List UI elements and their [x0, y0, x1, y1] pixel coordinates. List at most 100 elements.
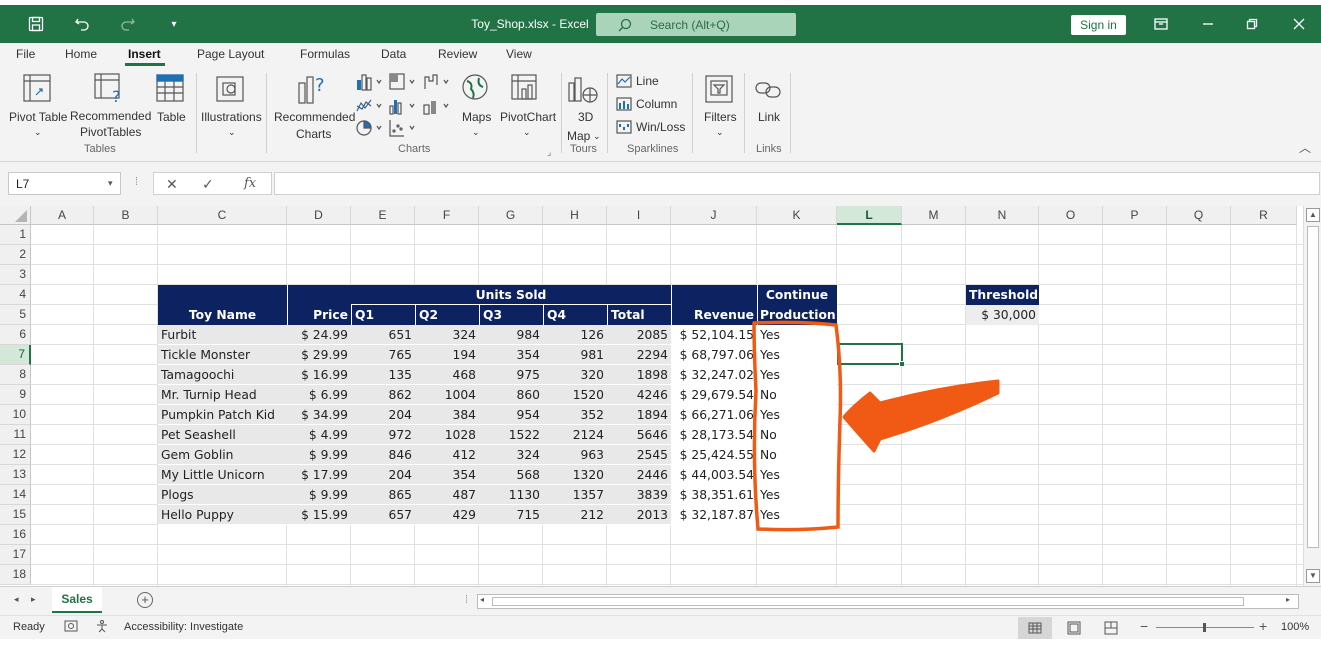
column-header-j[interactable]: J [671, 206, 757, 225]
tab-view[interactable]: View [506, 47, 532, 61]
tab-home[interactable]: Home [65, 47, 97, 61]
ribbon-display-icon[interactable] [1150, 5, 1172, 43]
undo-icon[interactable] [70, 5, 94, 43]
recommended-charts-icon[interactable]: ? [297, 73, 329, 108]
row-header-7[interactable]: 7 [0, 345, 31, 365]
maps-icon[interactable] [461, 73, 489, 104]
recommended-charts-label-1[interactable]: Recommended [274, 109, 355, 125]
pivotchart-label[interactable]: PivotChart [500, 109, 556, 125]
column-header-q[interactable]: Q [1167, 206, 1231, 225]
column-header-l[interactable]: L [837, 206, 902, 225]
row-header-5[interactable]: 5 [0, 305, 31, 325]
3d-map-label-1[interactable]: 3D [578, 109, 593, 125]
enter-check-icon[interactable]: ✓ [202, 176, 214, 193]
scroll-down-icon[interactable]: ▼ [1306, 569, 1320, 583]
tab-split-handle-icon[interactable]: ⁞ [465, 594, 468, 606]
tab-data[interactable]: Data [381, 47, 406, 61]
horizontal-scrollbar[interactable]: ◂ ▸ [477, 594, 1299, 609]
maps-label[interactable]: Maps [462, 109, 491, 125]
column-header-r[interactable]: R [1231, 206, 1297, 225]
sheet-tab-sales[interactable]: Sales [52, 587, 102, 613]
fx-icon[interactable]: fx [244, 176, 256, 191]
select-all-button[interactable] [0, 206, 31, 225]
chevron-down-icon[interactable]: ⌄ [228, 124, 236, 140]
column-header-i[interactable]: I [607, 206, 671, 225]
zoom-slider[interactable] [1156, 623, 1254, 632]
column-header-p[interactable]: P [1103, 206, 1167, 225]
column-header-k[interactable]: K [757, 206, 837, 225]
save-icon[interactable] [24, 5, 48, 43]
column-header-c[interactable]: C [158, 206, 287, 225]
column-header-b[interactable]: B [94, 206, 158, 225]
combo-chart-icon[interactable] [423, 97, 451, 118]
column-header-f[interactable]: F [415, 206, 479, 225]
row-header-4[interactable]: 4 [0, 285, 31, 305]
row-header-8[interactable]: 8 [0, 365, 31, 385]
customize-toolbar-icon[interactable]: ▾ [164, 5, 184, 43]
pie-chart-icon[interactable] [356, 119, 384, 140]
macro-record-icon[interactable] [64, 619, 78, 636]
column-header-a[interactable]: A [31, 206, 94, 225]
tab-file[interactable]: File [16, 47, 35, 61]
row-header-13[interactable]: 13 [0, 465, 31, 485]
link-icon[interactable] [754, 77, 784, 104]
pivot-table-label[interactable]: Pivot Table [9, 109, 67, 125]
column-header-o[interactable]: O [1039, 206, 1103, 225]
drag-handle-icon[interactable]: ⁞ [135, 176, 138, 188]
cancel-icon[interactable]: ✕ [166, 176, 178, 193]
redo-icon[interactable] [116, 5, 140, 43]
column-header-e[interactable]: E [351, 206, 415, 225]
illustrations-label[interactable]: Illustrations [201, 109, 262, 125]
table-icon[interactable] [155, 73, 185, 106]
sign-in-button[interactable]: Sign in [1071, 15, 1126, 35]
close-window-icon[interactable] [1288, 5, 1310, 43]
column-header-d[interactable]: D [287, 206, 351, 225]
zoom-in-icon[interactable]: + [1259, 618, 1267, 634]
dialog-launcher-icon[interactable]: ⌟ [547, 147, 551, 158]
normal-view-button[interactable] [1018, 617, 1052, 639]
row-header-16[interactable]: 16 [0, 525, 31, 545]
chevron-down-icon[interactable]: ⌄ [523, 124, 531, 140]
column-chart-icon[interactable] [356, 73, 384, 94]
sparkline-line-label[interactable]: Line [636, 73, 659, 89]
recommended-charts-label-2[interactable]: Charts [296, 126, 331, 142]
page-layout-view-icon[interactable] [1067, 621, 1081, 638]
zoom-level[interactable]: 100% [1281, 621, 1309, 633]
chevron-down-icon[interactable]: ⌄ [472, 124, 480, 140]
sparkline-column-label[interactable]: Column [636, 96, 677, 112]
waterfall-chart-icon[interactable] [423, 73, 451, 94]
scatter-chart-icon[interactable] [389, 119, 417, 140]
scroll-right-icon[interactable]: ▸ [1286, 595, 1290, 604]
recommended-pivottables-icon[interactable]: ? [93, 72, 125, 107]
chevron-down-icon[interactable]: ⌄ [34, 124, 42, 140]
row-header-10[interactable]: 10 [0, 405, 31, 425]
column-header-n[interactable]: N [966, 206, 1039, 225]
restore-icon[interactable] [1241, 5, 1263, 43]
zoom-slider-thumb[interactable] [1203, 623, 1206, 632]
statistic-chart-icon[interactable] [389, 97, 417, 118]
accessibility-icon[interactable] [95, 619, 109, 636]
illustrations-icon[interactable] [215, 75, 245, 106]
row-header-3[interactable]: 3 [0, 265, 31, 285]
chevron-down-icon[interactable]: ⌄ [716, 124, 724, 140]
minimize-icon[interactable] [1197, 5, 1219, 43]
collapse-ribbon-icon[interactable]: ︿ [1299, 139, 1311, 156]
row-header-12[interactable]: 12 [0, 445, 31, 465]
3d-map-label-2[interactable]: Map [567, 128, 590, 144]
chevron-down-icon[interactable]: ⌄ [593, 128, 601, 144]
hierarchy-chart-icon[interactable] [389, 73, 417, 94]
line-chart-icon[interactable] [356, 97, 384, 118]
scroll-left-icon[interactable]: ◂ [480, 595, 484, 604]
column-header-m[interactable]: M [902, 206, 966, 225]
sparkline-winloss-icon[interactable] [616, 120, 632, 137]
pivotchart-icon[interactable] [510, 73, 540, 106]
table-label[interactable]: Table [157, 109, 186, 125]
tab-insert[interactable]: Insert [128, 47, 161, 61]
search-box[interactable]: Search (Alt+Q) [596, 13, 796, 36]
pivot-table-icon[interactable] [22, 73, 52, 106]
column-header-h[interactable]: H [543, 206, 607, 225]
3d-map-icon[interactable] [568, 75, 600, 108]
zoom-out-icon[interactable]: − [1140, 618, 1148, 634]
sparkline-line-icon[interactable] [616, 74, 632, 91]
row-header-1[interactable]: 1 [0, 225, 31, 245]
